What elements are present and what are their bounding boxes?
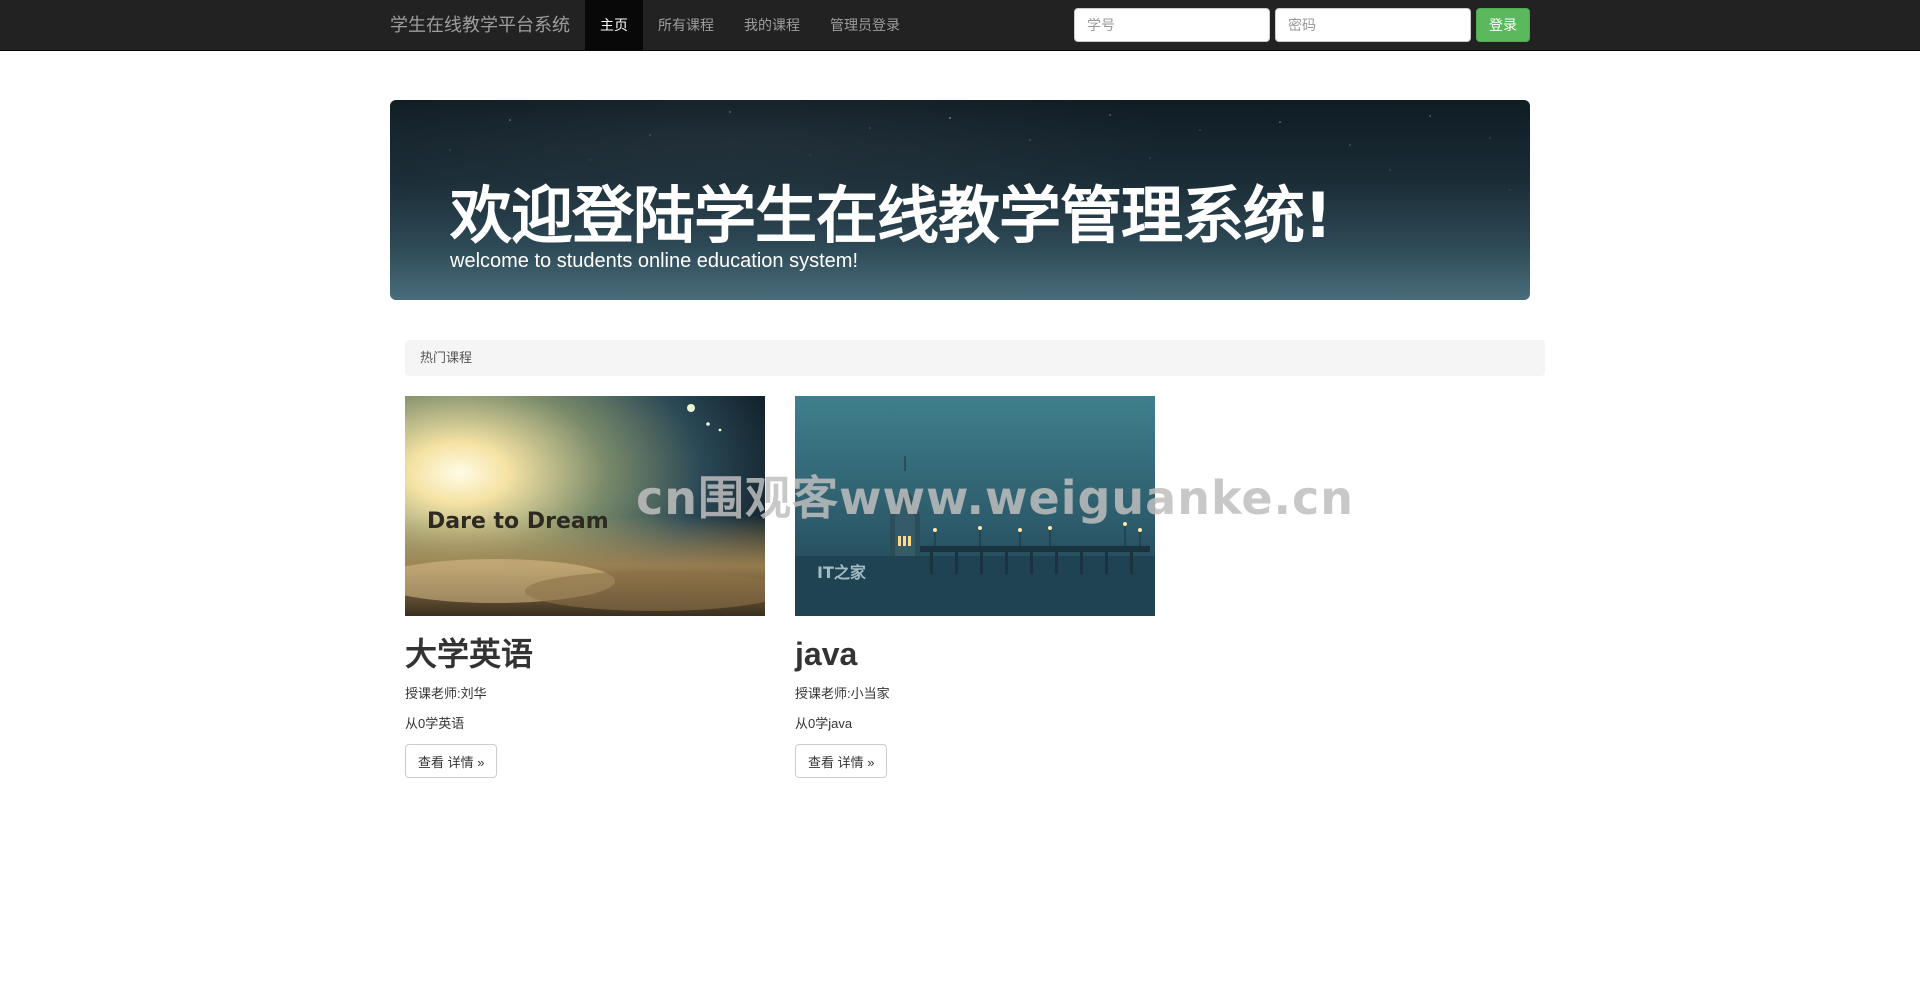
pier-image: IT之家 [795,396,1155,616]
course-description: 从0学英语 [405,716,465,731]
course-thumbnail: Dare to Dream [405,396,765,616]
course-teacher: 授课老师:刘华 [405,686,487,701]
view-details-button[interactable]: 查看 详情 » [405,744,498,778]
nav-link-home[interactable]: 主页 [585,0,643,50]
course-thumbnail: IT之家 [795,396,1155,616]
nav-link-admin-login[interactable]: 管理员登录 [815,0,915,50]
course-description: 从0学java [795,716,853,731]
hero-title: 欢迎登陆学生在线教学管理系统! [450,179,1332,252]
course-card: IT之家 java 授课老师:小当家 从0学java 查看 详情 » [795,396,1155,778]
course-card: Dare to Dream 大学英语 授课老师:刘华 从0学英语 查看 详情 » [405,396,765,778]
course-image-text: Dare to Dream [427,509,609,534]
nav-link-all-courses[interactable]: 所有课程 [643,0,729,50]
login-form: 登录 [1074,8,1530,42]
login-button[interactable]: 登录 [1476,8,1530,42]
popular-courses-header: 热门课程 [405,340,1545,376]
dare-to-dream-image: Dare to Dream [405,396,765,616]
password-input[interactable] [1275,8,1471,42]
navbar: 学生在线教学平台系统 主页 所有课程 我的课程 管理员登录 登录 [0,0,1920,51]
student-id-input[interactable] [1074,8,1270,42]
course-teacher: 授课老师:小当家 [795,686,890,701]
hero-banner: 欢迎登陆学生在线教学管理系统! welcome to students onli… [390,100,1530,300]
course-title: java [795,636,858,672]
view-details-button[interactable]: 查看 详情 » [795,744,888,778]
navbar-container: 学生在线教学平台系统 主页 所有课程 我的课程 管理员登录 登录 [375,0,1545,50]
hero-subtitle: welcome to students online education sys… [450,250,858,272]
nav-links: 主页 所有课程 我的课程 管理员登录 [585,0,915,50]
course-title: 大学英语 [405,636,534,672]
brand-link[interactable]: 学生在线教学平台系统 [390,0,570,50]
course-image-text: IT之家 [817,563,867,582]
nav-link-my-courses[interactable]: 我的课程 [729,0,815,50]
